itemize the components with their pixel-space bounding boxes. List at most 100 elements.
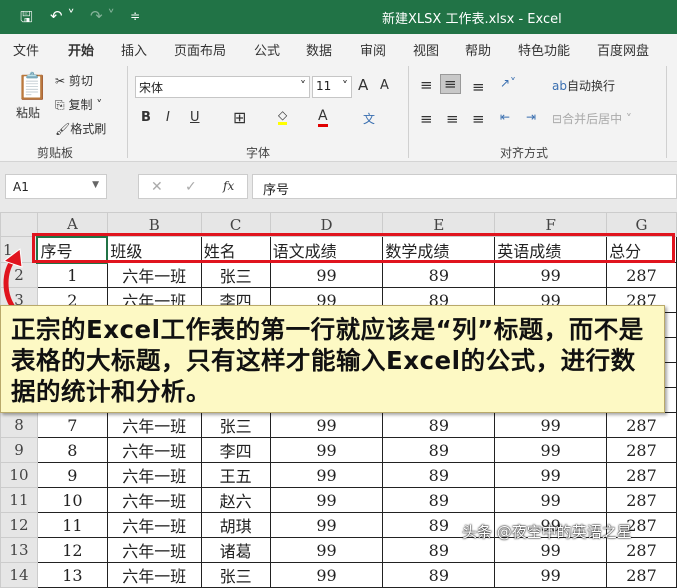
table-cell[interactable]: 张三 (200, 262, 271, 288)
table-cell[interactable]: 张三 (200, 562, 271, 588)
font-name-select[interactable]: 宋体 ˅ (135, 76, 310, 98)
align-left-icon[interactable]: ≡ (420, 110, 433, 128)
table-cell[interactable]: 胡琪 (200, 512, 271, 538)
table-cell[interactable]: 287 (606, 412, 677, 438)
enter-icon[interactable]: ✓ (185, 179, 197, 195)
format-painter-button[interactable]: 🖌格式刷 (55, 120, 106, 137)
table-cell[interactable]: 9 (36, 462, 108, 488)
table-cell[interactable]: 99 (494, 437, 608, 463)
row-header[interactable]: 12 (0, 512, 38, 538)
align-top-icon[interactable]: ≡ (420, 76, 433, 94)
italic-button[interactable]: I (166, 110, 170, 125)
name-box[interactable]: A1 ▼ (5, 174, 107, 199)
grow-font-button[interactable]: A (358, 76, 368, 94)
table-cell[interactable]: 99 (269, 512, 384, 538)
table-cell[interactable]: 99 (269, 562, 384, 588)
table-cell[interactable]: 六年一班 (106, 262, 202, 288)
font-color-button[interactable]: A (318, 108, 328, 127)
align-center-icon[interactable]: ≡ (446, 110, 459, 128)
table-cell[interactable]: 287 (606, 262, 677, 288)
wrap-text-button[interactable]: ab自动换行 (552, 77, 615, 94)
paste-icon[interactable]: 📋 (16, 72, 48, 102)
increase-indent-icon[interactable]: ⇥ (526, 110, 536, 124)
cut-button[interactable]: ✂ 剪切 (55, 72, 93, 89)
align-right-icon[interactable]: ≡ (472, 110, 485, 128)
table-cell[interactable]: 7 (36, 412, 108, 438)
table-cell[interactable]: 287 (606, 462, 677, 488)
tab-special[interactable]: 特色功能 (518, 40, 570, 59)
table-cell[interactable]: 99 (269, 437, 384, 463)
table-cell[interactable]: 六年一班 (106, 562, 202, 588)
row-header[interactable]: 14 (0, 562, 38, 588)
table-cell[interactable]: 89 (382, 437, 496, 463)
decrease-indent-icon[interactable]: ⇤ (500, 110, 510, 124)
table-cell[interactable]: 王五 (200, 462, 271, 488)
align-bottom-icon[interactable]: ≡ (472, 78, 485, 96)
table-cell[interactable]: 99 (494, 562, 608, 588)
table-cell[interactable]: 89 (382, 262, 496, 288)
bold-button[interactable]: B (141, 110, 151, 125)
row-header[interactable]: 9 (0, 437, 38, 463)
tab-view[interactable]: 视图 (413, 40, 439, 59)
tab-insert[interactable]: 插入 (121, 40, 147, 59)
tab-page-layout[interactable]: 页面布局 (174, 40, 226, 59)
table-cell[interactable]: 六年一班 (106, 537, 202, 563)
table-cell[interactable]: 六年一班 (106, 412, 202, 438)
fill-color-icon[interactable]: ◇ (278, 108, 288, 125)
table-cell[interactable]: 六年一班 (106, 437, 202, 463)
table-cell[interactable]: 99 (269, 262, 384, 288)
table-cell[interactable]: 13 (36, 562, 108, 588)
row-header[interactable]: 13 (0, 537, 38, 563)
table-cell[interactable]: 287 (606, 562, 677, 588)
tab-review[interactable]: 审阅 (360, 40, 386, 59)
table-cell[interactable]: 89 (382, 412, 496, 438)
table-cell[interactable]: 99 (494, 412, 608, 438)
table-cell[interactable]: 99 (269, 412, 384, 438)
font-size-select[interactable]: 11 ˅ (312, 76, 352, 98)
formula-input[interactable]: 序号 (252, 174, 677, 199)
borders-icon[interactable]: ⊞ (233, 108, 246, 127)
tab-file[interactable]: 文件 (13, 40, 39, 59)
table-cell[interactable]: 99 (269, 537, 384, 563)
table-cell[interactable]: 11 (36, 512, 108, 538)
row-header[interactable]: 10 (0, 462, 38, 488)
table-cell[interactable]: 李四 (200, 437, 271, 463)
cancel-icon[interactable]: ✕ (151, 179, 163, 195)
tab-formulas[interactable]: 公式 (254, 40, 280, 59)
orientation-icon[interactable]: ↗˅ (500, 76, 516, 90)
table-cell[interactable]: 10 (36, 487, 108, 513)
insert-function-button[interactable]: fx (223, 179, 234, 193)
underline-button[interactable]: U (190, 110, 200, 125)
table-cell[interactable]: 99 (269, 462, 384, 488)
table-cell[interactable]: 287 (606, 487, 677, 513)
table-cell[interactable]: 六年一班 (106, 487, 202, 513)
shrink-font-button[interactable]: A (380, 78, 389, 93)
row-header[interactable]: 8 (0, 412, 38, 438)
tab-baidu-netdisk[interactable]: 百度网盘 (597, 40, 649, 59)
table-cell[interactable]: 张三 (200, 412, 271, 438)
table-cell[interactable]: 1 (36, 262, 108, 288)
row-header[interactable]: 11 (0, 487, 38, 513)
paste-button[interactable]: 粘贴 (16, 104, 40, 121)
customize-icon[interactable]: ≑ (130, 9, 140, 23)
phonetic-button[interactable]: 文 (363, 110, 375, 127)
tab-data[interactable]: 数据 (306, 40, 332, 59)
table-cell[interactable]: 8 (36, 437, 108, 463)
table-cell[interactable]: 12 (36, 537, 108, 563)
tab-home[interactable]: 开始 (68, 40, 95, 65)
align-middle-icon[interactable]: ≡ (440, 74, 461, 94)
copy-button[interactable]: ⎘ 复制 ˅ (55, 96, 102, 113)
save-icon[interactable]: 🖫 (20, 7, 33, 32)
table-cell[interactable]: 99 (494, 487, 608, 513)
table-cell[interactable]: 89 (382, 562, 496, 588)
table-cell[interactable]: 99 (494, 462, 608, 488)
redo-icon[interactable]: ↷ ˅ (90, 7, 115, 25)
table-cell[interactable]: 赵六 (200, 487, 271, 513)
tab-help[interactable]: 帮助 (465, 40, 491, 59)
table-cell[interactable]: 99 (494, 262, 608, 288)
table-cell[interactable]: 六年一班 (106, 462, 202, 488)
table-cell[interactable]: 99 (269, 487, 384, 513)
table-cell[interactable]: 六年一班 (106, 512, 202, 538)
merge-center-button[interactable]: ⊟合并后居中 ˅ (552, 110, 632, 127)
table-cell[interactable]: 诸葛 (200, 537, 271, 563)
